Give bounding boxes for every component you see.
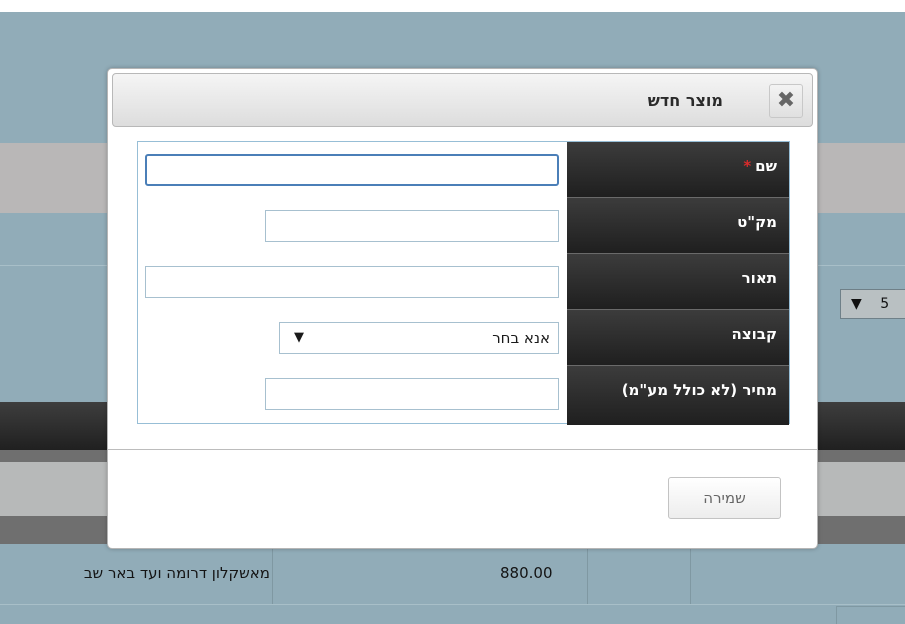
new-product-dialog: ✖ מוצר חדש שם* מק"ט תאור קבוצה אנא בחר ▼… — [107, 68, 818, 549]
save-button[interactable]: שמירה — [668, 477, 781, 519]
close-button[interactable]: ✖ — [769, 84, 803, 118]
group-selected: אנא בחר — [492, 329, 550, 347]
row-price: 880.00 — [500, 564, 553, 582]
cell-divider — [690, 544, 691, 604]
bg-control — [836, 606, 905, 624]
per-page-select[interactable]: ▼ 5 — [840, 289, 905, 319]
per-page-value: 5 — [880, 296, 890, 312]
chevron-down-icon: ▼ — [294, 330, 304, 345]
cell-divider — [272, 544, 273, 604]
dialog-titlebar: ✖ מוצר חדש — [112, 73, 813, 127]
price-label: מחיר (לא כולל מע"מ) — [567, 366, 789, 425]
dialog-title: מוצר חדש — [647, 91, 723, 110]
group-field-cell: אנא בחר ▼ — [138, 310, 567, 366]
group-label: קבוצה — [567, 310, 789, 366]
sku-label: מק"ט — [567, 198, 789, 254]
row-location: מאשקלון דרומה ועד באר שב — [83, 564, 270, 582]
bg-table-row — [0, 604, 905, 624]
dialog-divider — [108, 449, 817, 450]
required-mark: * — [743, 157, 752, 175]
form-row-name: שם* — [138, 142, 789, 198]
name-label: שם* — [567, 142, 789, 198]
chevron-down-icon: ▼ — [851, 296, 862, 312]
form-row-price: מחיר (לא כולל מע"מ) — [138, 366, 789, 425]
name-input[interactable] — [145, 154, 559, 186]
cell-divider — [587, 544, 588, 604]
name-label-text: שם — [755, 157, 777, 175]
form-row-description: תאור — [138, 254, 789, 310]
description-label: תאור — [567, 254, 789, 310]
sku-input[interactable] — [265, 210, 559, 242]
sku-field-cell — [138, 198, 567, 254]
product-form: שם* מק"ט תאור קבוצה אנא בחר ▼ מחיר (לא כ… — [137, 141, 790, 425]
form-row-sku: מק"ט — [138, 198, 789, 254]
close-icon: ✖ — [776, 88, 796, 113]
price-input[interactable] — [265, 378, 559, 410]
description-input[interactable] — [145, 266, 559, 298]
name-field-cell — [138, 142, 567, 198]
price-field-cell — [138, 366, 567, 425]
form-row-group: קבוצה אנא בחר ▼ — [138, 310, 789, 366]
description-field-cell — [138, 254, 567, 310]
group-select[interactable]: אנא בחר ▼ — [279, 322, 559, 354]
